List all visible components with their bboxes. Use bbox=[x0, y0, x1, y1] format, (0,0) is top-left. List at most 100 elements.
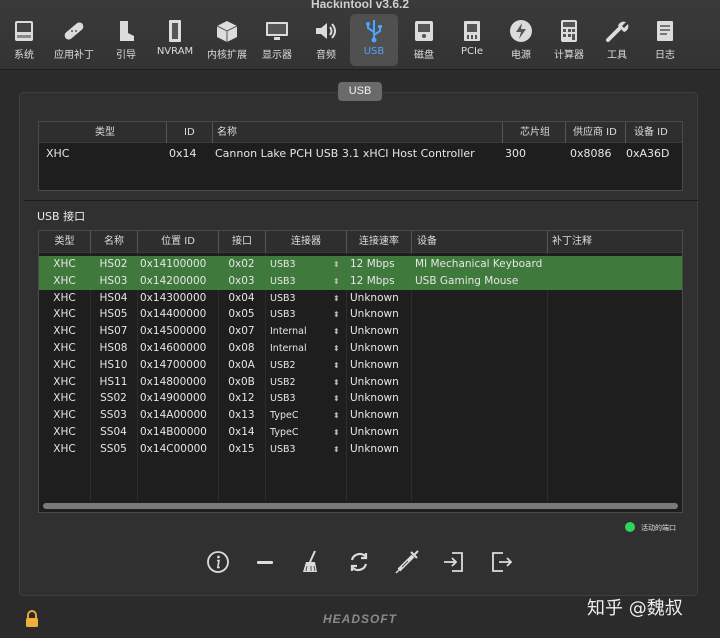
cell-speed: Unknown bbox=[350, 358, 399, 371]
cell-device bbox=[411, 407, 547, 424]
system-icon bbox=[15, 21, 33, 41]
cell-type: XHC bbox=[53, 442, 76, 455]
toolbar-item-audio[interactable]: 音频 bbox=[302, 14, 350, 66]
table-row[interactable]: XHC HS03 0x14200000 0x03 USB3 ⬍ 12 Mbps USB Gam… bbox=[39, 272, 682, 290]
inject-icon bbox=[395, 550, 419, 574]
column-header[interactable]: 芯片组 bbox=[502, 122, 565, 143]
column-header[interactable]: 接口 bbox=[218, 231, 265, 252]
divider bbox=[24, 200, 698, 201]
column-header[interactable]: 设备 bbox=[411, 231, 547, 252]
column-header[interactable]: 类型 bbox=[39, 231, 90, 252]
column-header[interactable]: 连接速率 bbox=[346, 231, 411, 252]
table-header: 类型 ID 名称 芯片组 供应商 ID 设备 ID bbox=[39, 122, 682, 143]
toolbar-item-disk[interactable]: 磁盘 bbox=[400, 14, 448, 66]
calculator-icon bbox=[561, 20, 577, 42]
table-row[interactable]: XHC HS08 0x14600000 0x08 Internal ⬍ Unknown bbox=[39, 340, 682, 357]
table-row[interactable]: XHC 0x14 Cannon Lake PCH USB 3.1 xHCI Ho… bbox=[39, 147, 684, 164]
table-row[interactable]: XHC SS05 0x14C00000 0x15 USB3 ⬍ Unknown bbox=[39, 441, 682, 458]
info-icon bbox=[207, 551, 229, 573]
table-row[interactable]: XHC HS05 0x14400000 0x05 USB3 ⬍ Unknown bbox=[39, 306, 682, 323]
cell-port: 0x0B bbox=[228, 375, 255, 388]
cell-device bbox=[411, 441, 547, 458]
column-header[interactable]: 类型 bbox=[95, 122, 115, 143]
refresh-button[interactable] bbox=[345, 548, 373, 576]
cell-port: 0x14 bbox=[228, 426, 255, 438]
toolbar-item-power[interactable]: 电源 bbox=[497, 14, 545, 66]
stepper-icon[interactable]: ⬍ bbox=[333, 306, 340, 323]
cell-location-id: 0x14300000 bbox=[140, 291, 207, 304]
toolbar-item-display[interactable]: 显示器 bbox=[253, 14, 301, 66]
cell-device bbox=[411, 323, 547, 340]
stepper-icon[interactable]: ⬍ bbox=[333, 407, 340, 424]
column-header[interactable]: 连接器 bbox=[265, 231, 346, 252]
table-header: 类型 名称 位置 ID 接口 连接器 连接速率 设备 补丁注释 bbox=[39, 231, 682, 253]
table-row[interactable]: XHC SS04 0x14B00000 0x14 TypeC ⬍ Unknown bbox=[39, 424, 682, 441]
column-header[interactable]: ID bbox=[166, 122, 212, 143]
cell-device bbox=[411, 290, 547, 307]
stepper-icon[interactable]: ⬍ bbox=[333, 273, 340, 290]
table-row[interactable]: XHC HS10 0x14700000 0x0A USB2 ⬍ Unknown bbox=[39, 357, 682, 374]
table-row[interactable]: XHC HS07 0x14500000 0x07 Internal ⬍ Unknown bbox=[39, 323, 682, 340]
toolbar-label: 电源 bbox=[511, 50, 531, 61]
cell-location-id: 0x14C00000 bbox=[140, 442, 207, 455]
stepper-icon[interactable]: ⬍ bbox=[333, 340, 340, 357]
usb-ports-table: 类型 名称 位置 ID 接口 连接器 连接速率 设备 补丁注释 XHC HS02 0… bbox=[38, 230, 683, 513]
cell-location-id: 0x14500000 bbox=[140, 325, 207, 338]
cell-port: 0x08 bbox=[228, 342, 255, 354]
toolbar-label: 系统 bbox=[14, 50, 34, 61]
toolbar-item-patch[interactable]: 应用补丁 bbox=[50, 14, 98, 66]
cell-speed: 12 Mbps bbox=[350, 274, 395, 287]
column-header[interactable]: 名称 bbox=[90, 231, 137, 252]
cell-name: Cannon Lake PCH USB 3.1 xHCI Host Contro… bbox=[215, 147, 475, 160]
column-header[interactable]: 位置 ID bbox=[137, 231, 218, 252]
cell-chipset: 300 bbox=[505, 147, 526, 160]
remove-button[interactable] bbox=[251, 548, 279, 576]
cell-type: XHC bbox=[53, 375, 76, 388]
stepper-icon[interactable]: ⬍ bbox=[333, 256, 340, 273]
disk-icon bbox=[415, 21, 433, 41]
toolbar-item-system[interactable]: 系统 bbox=[0, 14, 48, 66]
cell-speed: Unknown bbox=[350, 392, 399, 405]
horizontal-scrollbar[interactable] bbox=[43, 503, 678, 509]
toolbar-label: 音频 bbox=[316, 50, 336, 61]
stepper-icon[interactable]: ⬍ bbox=[333, 441, 340, 458]
export-button[interactable] bbox=[487, 548, 515, 576]
segment-usb[interactable]: USB bbox=[338, 82, 382, 101]
table-row[interactable]: XHC SS03 0x14A00000 0x13 TypeC ⬍ Unknown bbox=[39, 407, 682, 424]
toolbar-item-log[interactable]: 日志 bbox=[641, 14, 689, 66]
column-header[interactable]: 补丁注释 bbox=[547, 231, 682, 252]
column-header[interactable]: 供应商 ID bbox=[565, 122, 625, 143]
cell-type: XHC bbox=[53, 258, 76, 270]
stepper-icon[interactable]: ⬍ bbox=[333, 290, 340, 307]
stepper-icon[interactable]: ⬍ bbox=[333, 357, 340, 374]
inject-button[interactable] bbox=[393, 548, 421, 576]
cell-name: HS05 bbox=[99, 308, 128, 321]
cell-name: SS05 bbox=[100, 442, 127, 455]
info-button[interactable] bbox=[204, 548, 232, 576]
toolbar-item-nvram[interactable]: NVRAM bbox=[151, 14, 199, 66]
toolbar-item-pcie[interactable]: PCIe bbox=[448, 14, 496, 66]
stepper-icon[interactable]: ⬍ bbox=[333, 374, 340, 391]
column-header[interactable]: 名称 bbox=[212, 122, 502, 143]
cell-type: XHC bbox=[53, 358, 76, 371]
column-header[interactable]: 设备 ID bbox=[625, 122, 682, 143]
clear-button[interactable] bbox=[297, 548, 325, 576]
toolbar-item-kext[interactable]: 内核扩展 bbox=[203, 14, 251, 66]
cell-type: XHC bbox=[53, 426, 76, 438]
lock-icon[interactable] bbox=[24, 610, 40, 628]
stepper-icon[interactable]: ⬍ bbox=[333, 323, 340, 340]
toolbar-item-tools[interactable]: 工具 bbox=[593, 14, 641, 66]
cell-port: 0x02 bbox=[228, 258, 255, 270]
import-button[interactable] bbox=[440, 548, 468, 576]
stepper-icon[interactable]: ⬍ bbox=[333, 390, 340, 407]
table-row[interactable]: XHC HS11 0x14800000 0x0B USB2 ⬍ Unknown bbox=[39, 374, 682, 391]
cell-name: HS04 bbox=[99, 291, 128, 304]
table-row[interactable]: XHC SS02 0x14900000 0x12 USB3 ⬍ Unknown bbox=[39, 390, 682, 407]
toolbar-item-usb[interactable]: USB bbox=[350, 14, 398, 66]
toolbar-item-boot[interactable]: 引导 bbox=[102, 14, 150, 66]
table-row[interactable]: XHC HS04 0x14300000 0x04 USB3 ⬍ Unknown bbox=[39, 290, 682, 307]
stepper-icon[interactable]: ⬍ bbox=[333, 424, 340, 441]
table-row[interactable]: XHC HS02 0x14100000 0x02 USB3 ⬍ 12 Mbps MI Mech… bbox=[39, 256, 682, 273]
cell-type: XHC bbox=[53, 291, 76, 304]
toolbar-item-calculator[interactable]: 计算器 bbox=[545, 14, 593, 66]
